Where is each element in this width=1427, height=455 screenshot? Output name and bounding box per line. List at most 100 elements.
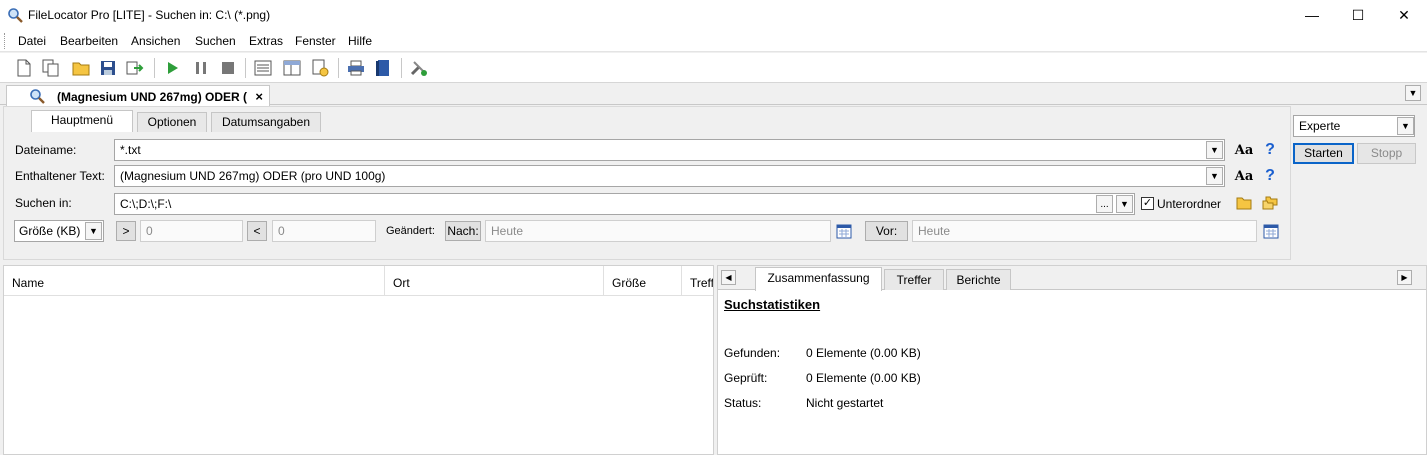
containing-text-label: Enthaltener Text: bbox=[15, 169, 105, 183]
max-size-input[interactable]: 0 bbox=[272, 220, 376, 242]
print-button[interactable] bbox=[346, 58, 366, 78]
tab-reports[interactable]: Berichte bbox=[946, 269, 1011, 290]
before-calendar-button[interactable] bbox=[1261, 221, 1281, 241]
checked-value: 0 Elemente (0.00 KB) bbox=[806, 371, 921, 385]
column-header-size[interactable]: Größe bbox=[604, 266, 682, 296]
criteria-button[interactable] bbox=[310, 58, 330, 78]
close-tab-icon[interactable]: × bbox=[255, 89, 263, 104]
manual-button[interactable] bbox=[373, 58, 393, 78]
document-tab-label: (Magnesium UND 267mg) ODER ( bbox=[57, 90, 248, 104]
stop-search-button[interactable] bbox=[218, 58, 238, 78]
filename-help-button[interactable]: ? bbox=[1260, 140, 1280, 160]
after-date-input[interactable]: Heute bbox=[485, 220, 831, 242]
tab-list-dropdown[interactable]: ▼ bbox=[1405, 85, 1421, 101]
results-list[interactable]: Name Ort Größe Treff bbox=[3, 265, 714, 455]
pause-search-button[interactable] bbox=[191, 58, 211, 78]
found-label: Gefunden: bbox=[724, 346, 781, 360]
text-case-sensitive-button[interactable]: Aa bbox=[1234, 166, 1254, 186]
column-header-location[interactable]: Ort bbox=[385, 266, 604, 296]
menu-tools[interactable]: Extras bbox=[249, 34, 283, 48]
case-sensitive-button[interactable]: Aa bbox=[1234, 140, 1254, 160]
size-unit-dropdown[interactable]: ▼ bbox=[85, 222, 102, 240]
folder-list-button[interactable] bbox=[1260, 193, 1280, 213]
toolbar-separator bbox=[154, 58, 155, 78]
mode-dropdown[interactable]: ▼ bbox=[1397, 117, 1414, 135]
menu-grip[interactable] bbox=[4, 33, 7, 49]
toolbar-separator bbox=[401, 58, 402, 78]
chevron-down-icon: ▼ bbox=[1408, 88, 1418, 98]
summary-panel: ◀ Zusammenfassung Treffer Berichte ▶ Suc… bbox=[717, 265, 1427, 455]
new-document-button[interactable] bbox=[14, 58, 34, 78]
look-in-input[interactable]: C:\;D:\;F:\ bbox=[114, 193, 1135, 215]
column-header-hits[interactable]: Treff bbox=[682, 266, 713, 296]
search-document-tab[interactable]: (Magnesium UND 267mg) ODER ( × bbox=[6, 85, 270, 106]
close-window-button[interactable]: ✕ bbox=[1381, 0, 1427, 30]
start-button[interactable]: Starten bbox=[1293, 143, 1354, 164]
chevron-right-icon: ▶ bbox=[1401, 273, 1408, 282]
filename-input[interactable]: *.txt bbox=[114, 139, 1225, 161]
containing-text-input[interactable]: (Magnesium UND 267mg) ODER (pro UND 100g… bbox=[114, 165, 1225, 187]
configuration-button[interactable] bbox=[409, 58, 429, 78]
browse-button[interactable]: ... bbox=[1096, 195, 1113, 213]
min-size-input[interactable]: 0 bbox=[140, 220, 243, 242]
export-icon bbox=[126, 61, 144, 75]
view-results-button[interactable] bbox=[253, 58, 273, 78]
text-help-button[interactable]: ? bbox=[1260, 166, 1280, 186]
menu-view[interactable]: Ansichen bbox=[131, 34, 180, 48]
open-button[interactable] bbox=[71, 58, 91, 78]
maximize-button[interactable]: ☐ bbox=[1335, 0, 1381, 30]
tab-hits[interactable]: Treffer bbox=[884, 269, 944, 290]
look-in-label: Suchen in: bbox=[15, 196, 72, 210]
found-value: 0 Elemente (0.00 KB) bbox=[806, 346, 921, 360]
after-calendar-button[interactable] bbox=[834, 221, 854, 241]
minimize-button[interactable]: — bbox=[1289, 0, 1335, 30]
chevron-down-icon: ▼ bbox=[1401, 121, 1410, 131]
chevron-left-icon: ◀ bbox=[725, 273, 732, 282]
tab-summary[interactable]: Zusammenfassung bbox=[755, 267, 882, 291]
menu-edit[interactable]: Bearbeiten bbox=[60, 34, 118, 48]
list-view-icon bbox=[254, 60, 272, 76]
after-button[interactable]: Nach: bbox=[445, 221, 481, 241]
scroll-tabs-right[interactable]: ▶ bbox=[1397, 270, 1412, 285]
save-button[interactable] bbox=[98, 58, 118, 78]
start-search-button[interactable] bbox=[162, 58, 182, 78]
minimize-icon: — bbox=[1305, 7, 1319, 23]
subfolders-checkbox[interactable]: ✓ bbox=[1141, 197, 1154, 210]
tab-main[interactable]: Hauptmenü bbox=[31, 110, 133, 132]
layout-icon bbox=[283, 60, 301, 76]
stop-button[interactable]: Stopp bbox=[1357, 143, 1416, 164]
open-folder-button[interactable] bbox=[1234, 193, 1254, 213]
copy-document-button[interactable] bbox=[41, 58, 61, 78]
export-button[interactable] bbox=[125, 58, 145, 78]
greater-than-button[interactable]: > bbox=[116, 221, 136, 241]
before-date-input[interactable]: Heute bbox=[912, 220, 1257, 242]
document-star-icon bbox=[312, 59, 329, 77]
menu-search[interactable]: Suchen bbox=[195, 34, 236, 48]
layout-button[interactable] bbox=[282, 58, 302, 78]
close-icon: ✕ bbox=[1398, 6, 1410, 23]
checked-label: Geprüft: bbox=[724, 371, 768, 385]
menu-window[interactable]: Fenster bbox=[295, 34, 336, 48]
before-button[interactable]: Vor: bbox=[865, 221, 908, 241]
calendar-icon bbox=[1263, 224, 1279, 239]
less-than-button[interactable]: < bbox=[247, 221, 267, 241]
scroll-tabs-left[interactable]: ◀ bbox=[721, 270, 736, 285]
status-label: Status: bbox=[724, 396, 762, 410]
filename-dropdown[interactable]: ▼ bbox=[1206, 141, 1223, 159]
column-header-name[interactable]: Name bbox=[4, 266, 385, 296]
copy-document-icon bbox=[42, 59, 59, 77]
menu-bar: Datei Bearbeiten Ansichen Suchen Extras … bbox=[0, 30, 1427, 52]
folder-icon bbox=[1236, 197, 1252, 210]
toolbar-separator bbox=[338, 58, 339, 78]
toolbar bbox=[0, 53, 1427, 83]
subfolders-label: Unterordner bbox=[1157, 197, 1222, 211]
book-icon bbox=[376, 60, 389, 76]
menu-help[interactable]: Hilfe bbox=[348, 34, 372, 48]
tab-options[interactable]: Optionen bbox=[137, 112, 207, 132]
toolbar-separator bbox=[245, 58, 246, 78]
summary-heading: Suchstatistiken bbox=[724, 297, 821, 312]
look-in-dropdown[interactable]: ▼ bbox=[1116, 195, 1133, 213]
menu-file[interactable]: Datei bbox=[18, 34, 46, 48]
containing-text-dropdown[interactable]: ▼ bbox=[1206, 167, 1223, 185]
tab-date[interactable]: Datumsangaben bbox=[211, 112, 321, 132]
